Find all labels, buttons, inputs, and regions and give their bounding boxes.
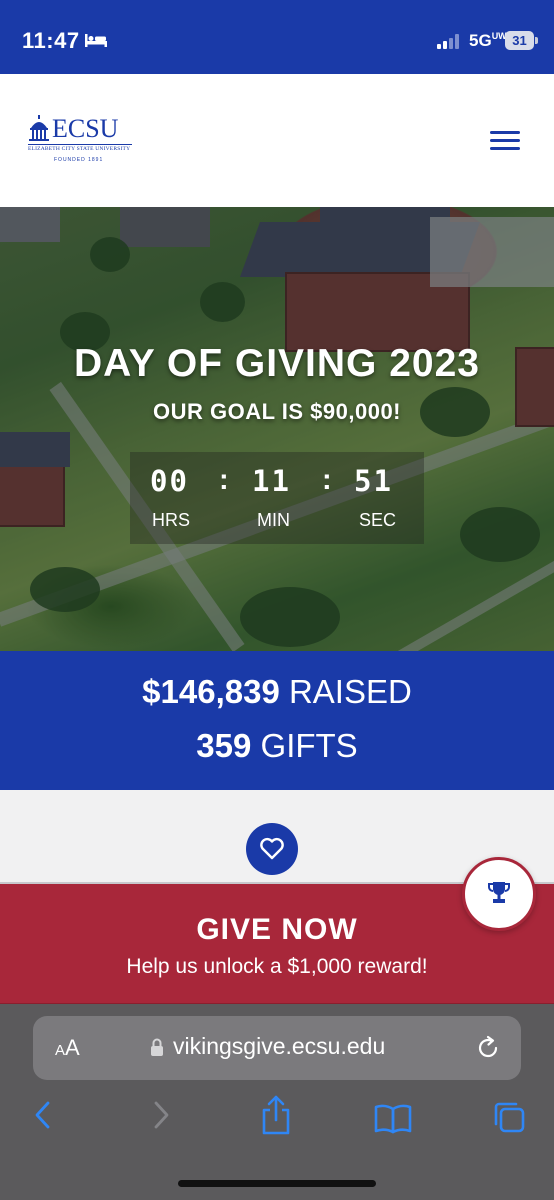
countdown-seconds: 51: [354, 464, 393, 498]
hero-goal: OUR GOAL IS $90,000!: [152, 399, 401, 424]
address-bar[interactable]: AA vikingsgive.ecsu.edu: [33, 1016, 521, 1080]
raised-amount: $146,839: [142, 673, 280, 710]
battery-icon: 31: [505, 31, 534, 50]
battery-cap: [535, 37, 538, 44]
countdown-separator: :: [219, 464, 229, 496]
countdown-separator: :: [322, 464, 332, 496]
hero-banner: DAY OF GIVING 2023 OUR GOAL IS $90,000! …: [0, 207, 554, 651]
site-header: ECSU ELIZABETH CITY STATE UNIVERSITY FOU…: [0, 74, 554, 207]
trophy-icon[interactable]: [462, 857, 536, 931]
signal-icon: [437, 34, 459, 49]
dome-icon: [29, 115, 49, 141]
fundraising-stats: $146,839 RAISED 359 GIFTS: [0, 651, 554, 790]
countdown-seconds-label: SEC: [359, 510, 397, 530]
bookmarks-icon[interactable]: [374, 1104, 412, 1134]
hero-title: DAY OF GIVING 2023: [73, 342, 480, 385]
reload-icon[interactable]: [475, 1035, 501, 1061]
countdown-minutes: 11: [252, 464, 291, 498]
status-bar: 11:47 5GUW 31: [0, 0, 554, 74]
gifts-label: GIFTS: [260, 727, 358, 764]
back-icon[interactable]: [32, 1100, 54, 1130]
gifts-count: 359: [196, 727, 252, 764]
forward-icon[interactable]: [150, 1100, 172, 1130]
hamburger-menu-icon[interactable]: [490, 131, 520, 153]
heart-icon[interactable]: [246, 823, 298, 875]
lock-icon: [151, 1038, 163, 1056]
browser-bar: AA vikingsgive.ecsu.edu: [0, 1004, 554, 1200]
home-indicator[interactable]: [178, 1180, 376, 1187]
gifts-stat: 359 GIFTS: [0, 727, 554, 765]
reader-aa-button[interactable]: AA: [55, 1035, 80, 1061]
logo-founded: FOUNDED 1891: [54, 157, 104, 163]
countdown-hours-label: HRS: [152, 510, 191, 530]
logo-subtitle: ELIZABETH CITY STATE UNIVERSITY: [28, 144, 132, 152]
url-text[interactable]: vikingsgive.ecsu.edu: [173, 1033, 385, 1060]
status-time: 11:47: [22, 28, 80, 53]
raised-label: RAISED: [288, 673, 412, 710]
countdown-timer: 00 : 11 : 51 HRS MIN SEC: [130, 452, 424, 544]
countdown-hours: 00: [150, 464, 189, 498]
ecsu-logo[interactable]: ECSU ELIZABETH CITY STATE UNIVERSITY FOU…: [28, 114, 134, 166]
give-now-subtitle: Help us unlock a $1,000 reward!: [126, 955, 428, 978]
logo-text: ECSU: [52, 114, 119, 143]
raised-stat: $146,839 RAISED: [0, 673, 554, 711]
countdown-minutes-label: MIN: [257, 510, 290, 530]
bed-icon: [85, 34, 107, 47]
tabs-icon[interactable]: [492, 1100, 526, 1134]
network-label: 5GUW: [469, 31, 507, 50]
share-icon[interactable]: [260, 1094, 292, 1136]
